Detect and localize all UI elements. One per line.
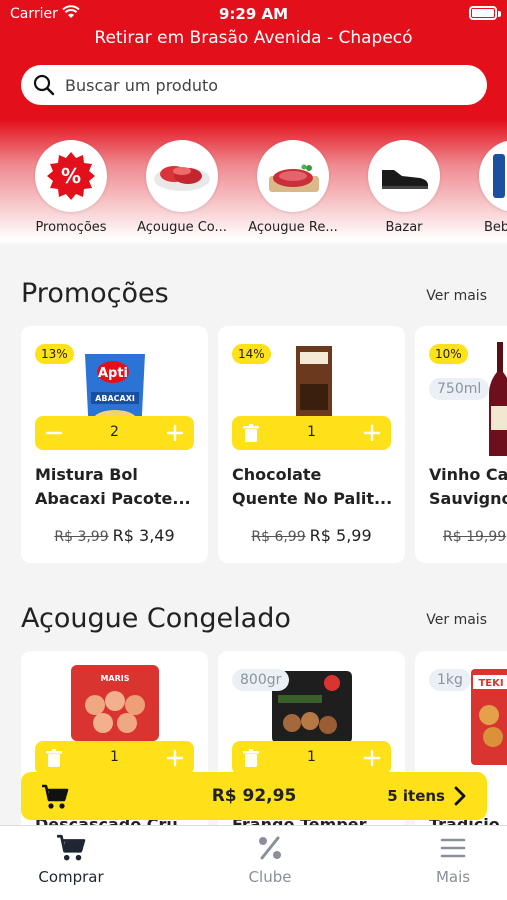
cart-summary-button[interactable]: R$ 92,95 5 itens <box>21 772 487 820</box>
steak-board-icon <box>257 140 329 212</box>
discount-badge: 13% <box>35 344 74 364</box>
status-time: 9:29 AM <box>218 5 289 23</box>
pickup-location[interactable]: Retirar em Brasão Avenida - Chapecó <box>0 28 507 48</box>
svg-text:MARIS: MARIS <box>100 674 129 683</box>
category-bebidas[interactable]: Beb <box>460 140 507 235</box>
tab-clube[interactable]: Clube <box>210 834 330 886</box>
svg-text:Apti: Apti <box>98 366 128 381</box>
tab-label: Mais <box>435 868 471 886</box>
svg-text:ABACAXI: ABACAXI <box>95 394 135 403</box>
battery-icon <box>469 6 497 20</box>
old-price: R$ 6,99 <box>251 529 306 545</box>
product-name: Chocolate Quente No Palit... <box>232 465 393 508</box>
product-card[interactable]: Apti ABACAXI 13% 2 Mistura Bol Abacaxi P… <box>21 326 208 563</box>
status-bar: Carrier 9:29 AM <box>0 0 507 28</box>
cart-icon <box>57 834 86 861</box>
plus-icon[interactable] <box>361 422 383 444</box>
section-title-acougue-congelado: Açougue Congelado <box>21 603 291 634</box>
plus-icon[interactable] <box>164 422 186 444</box>
percent-badge-icon: % <box>35 140 107 212</box>
category-label: Promoções <box>35 220 107 235</box>
meat-plate-icon <box>146 140 218 212</box>
size-badge: 750ml <box>429 378 490 400</box>
shrimp-package-icon: MARIS <box>71 665 159 741</box>
quantity-stepper[interactable]: 1 <box>232 416 391 450</box>
category-carousel[interactable]: % Promoções Açougue Co... Açougue Re... … <box>0 140 507 240</box>
product-card[interactable]: 14% 1 Chocolate Quente No Palit... R$ 6,… <box>218 326 405 563</box>
plus-icon[interactable] <box>361 747 383 769</box>
current-price: R$ 3,49 <box>112 526 175 545</box>
category-promocoes[interactable]: % Promoções <box>16 140 126 235</box>
current-price: R$ 5,99 <box>309 526 372 545</box>
section-title-promocoes: Promoções <box>21 278 169 309</box>
size-badge: 800gr <box>232 669 290 691</box>
cart-item-count: 5 itens <box>387 787 445 805</box>
category-acougue-resfriado[interactable]: Açougue Re... <box>238 140 348 235</box>
nuggets-package-icon: TEKI <box>471 669 507 765</box>
old-price: R$ 3,99 <box>54 529 109 545</box>
category-label: Beb <box>484 220 507 235</box>
promo-product-row[interactable]: Apti ABACAXI 13% 2 Mistura Bol Abacaxi P… <box>0 326 507 566</box>
see-more-promocoes[interactable]: Ver mais <box>426 288 487 304</box>
shoe-icon <box>368 140 440 212</box>
menu-icon <box>440 838 466 858</box>
tab-comprar[interactable]: Comprar <box>11 834 131 886</box>
old-price: R$ 19,99 <box>443 529 507 545</box>
quantity-stepper[interactable]: 1 <box>35 741 194 775</box>
search-icon <box>33 74 55 96</box>
price-block: R$ 19,99 <box>415 526 507 545</box>
chevron-right-icon <box>454 786 466 806</box>
price-block: R$ 3,99 R$ 3,49 <box>21 526 208 545</box>
category-acougue-congelado[interactable]: Açougue Co... <box>127 140 237 235</box>
wine-bottle-icon <box>489 342 507 456</box>
category-bazar[interactable]: Bazar <box>349 140 459 235</box>
percent-icon <box>259 836 281 860</box>
product-name: Mistura Bol Abacaxi Pacote... <box>35 465 191 508</box>
tab-label: Comprar <box>38 868 104 886</box>
plus-icon[interactable] <box>164 747 186 769</box>
category-label: Açougue Co... <box>137 220 227 235</box>
product-card[interactable]: 10% 750ml Vinho Ca Sauvigno R$ 19,99 <box>415 326 507 563</box>
category-label: Bazar <box>385 220 423 235</box>
tab-label: Clube <box>248 868 292 886</box>
search-input[interactable] <box>65 73 465 97</box>
product-name: Vinho Ca Sauvigno <box>429 465 507 508</box>
bottom-tab-bar: Comprar Clube Mais <box>0 825 507 900</box>
svg-text:TEKI: TEKI <box>478 678 503 689</box>
tab-mais[interactable]: Mais <box>393 834 507 886</box>
bottle-icon <box>479 140 507 212</box>
price-block: R$ 6,99 R$ 5,99 <box>218 526 405 545</box>
discount-badge: 10% <box>429 344 468 364</box>
search-bar[interactable] <box>21 65 487 105</box>
see-more-acougue-congelado[interactable]: Ver mais <box>426 612 487 628</box>
svg-text:%: % <box>61 164 81 188</box>
quantity-stepper[interactable]: 2 <box>35 416 194 450</box>
size-badge: 1kg <box>429 669 471 691</box>
category-label: Açougue Re... <box>248 220 338 235</box>
quantity-stepper[interactable]: 1 <box>232 741 391 775</box>
discount-badge: 14% <box>232 344 271 364</box>
